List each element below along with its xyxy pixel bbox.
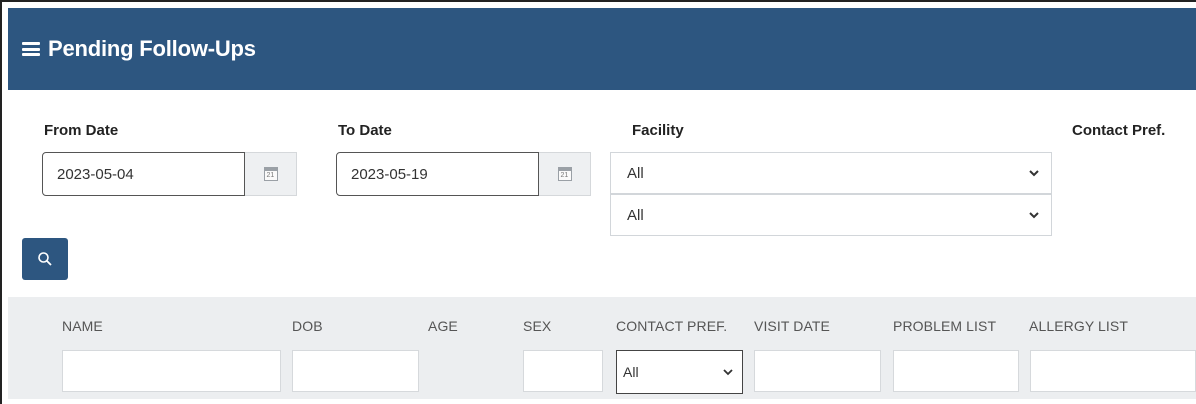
calendar-icon: 21 — [557, 167, 572, 181]
page-title: Pending Follow-Ups — [48, 36, 256, 61]
column-header-visit-date[interactable]: VISIT DATE — [754, 318, 830, 334]
contact-pref-label: Contact Pref. — [1072, 122, 1166, 139]
facility-label: Facility — [632, 122, 684, 139]
sex-filter-input[interactable] — [523, 350, 603, 392]
visit-date-filter-input[interactable] — [754, 350, 881, 392]
column-header-contact-pref[interactable]: CONTACT PREF. — [616, 318, 727, 334]
column-header-sex[interactable]: SEX — [523, 318, 551, 334]
to-date-label: To Date — [338, 122, 392, 139]
column-header-dob[interactable]: DOB — [292, 318, 323, 334]
to-date-calendar-button[interactable]: 21 — [539, 152, 591, 196]
page-header: Pending Follow-Ups — [8, 8, 1196, 90]
calendar-icon: 21 — [263, 167, 278, 181]
allergy-list-filter-input[interactable] — [1030, 350, 1196, 392]
to-date-input[interactable]: 2023-05-19 — [336, 152, 539, 196]
chevron-down-icon — [723, 369, 733, 376]
facility-secondary-select[interactable]: All — [610, 194, 1052, 236]
calendar-icon-text: 21 — [266, 172, 275, 179]
facility-secondary-select-value: All — [627, 206, 644, 224]
chevron-down-icon — [1029, 170, 1039, 177]
search-icon — [38, 252, 52, 266]
chevron-down-icon — [1029, 212, 1039, 219]
column-header-problem-list[interactable]: PROBLEM LIST — [893, 318, 996, 334]
problem-list-filter-input[interactable] — [893, 350, 1019, 392]
hamburger-icon[interactable] — [22, 42, 40, 56]
column-header-age[interactable]: AGE — [428, 318, 458, 334]
from-date-input[interactable]: 2023-05-04 — [42, 152, 245, 196]
contact-pref-filter-value: All — [623, 364, 639, 380]
from-date-label: From Date — [44, 122, 119, 139]
facility-select-value: All — [627, 164, 644, 182]
search-button[interactable] — [22, 238, 68, 280]
from-date-calendar-button[interactable]: 21 — [245, 152, 297, 196]
dob-filter-input[interactable] — [292, 350, 419, 392]
contact-pref-filter-select[interactable]: All — [616, 350, 743, 394]
facility-select[interactable]: All — [610, 152, 1052, 194]
calendar-icon-text: 21 — [560, 172, 569, 179]
column-header-allergy-list[interactable]: ALLERGY LIST — [1029, 318, 1128, 334]
column-header-name[interactable]: NAME — [62, 318, 103, 334]
name-filter-input[interactable] — [62, 350, 281, 392]
